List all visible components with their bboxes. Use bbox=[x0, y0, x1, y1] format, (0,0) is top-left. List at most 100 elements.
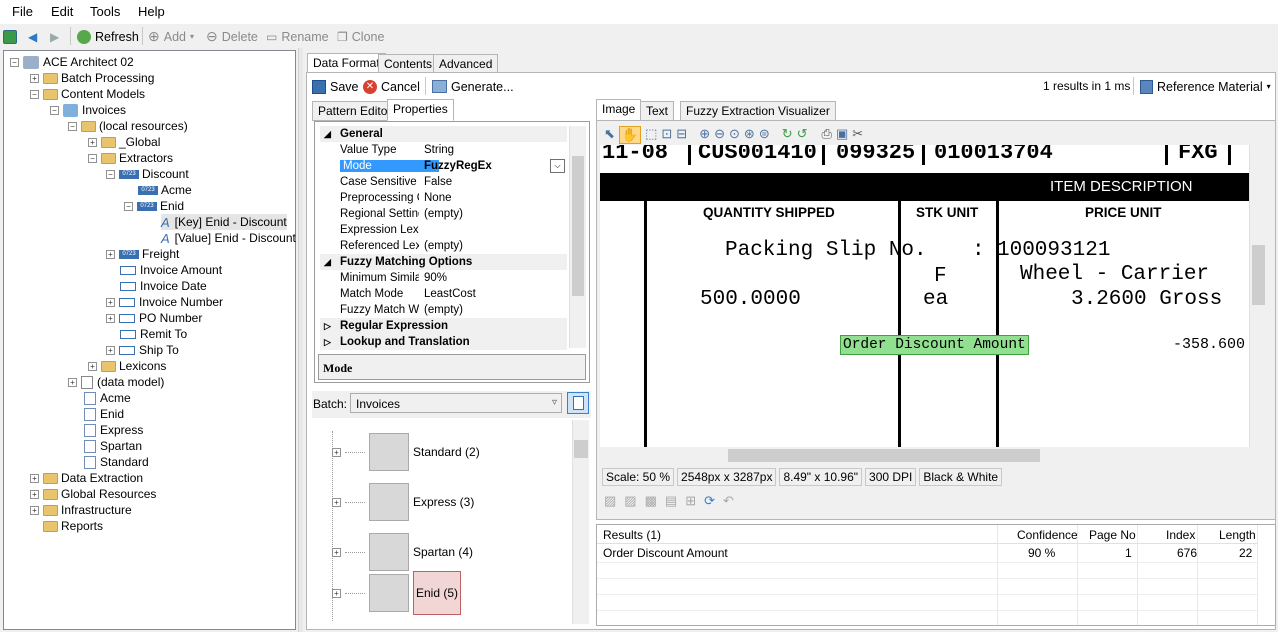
tree-node-global-resources[interactable]: + Global Resources bbox=[30, 486, 156, 502]
tree-node-invoice-amount[interactable]: Invoice Amount bbox=[120, 262, 222, 278]
print-icon[interactable]: ⎙ bbox=[822, 126, 832, 144]
rotate-right-icon[interactable]: ↻ bbox=[782, 126, 793, 144]
col-header-index[interactable]: Index bbox=[1166, 528, 1195, 542]
tree-node-standard[interactable]: Standard bbox=[84, 454, 149, 470]
mode-value[interactable]: FuzzyRegEx bbox=[419, 160, 529, 172]
property-value[interactable]: False bbox=[419, 176, 452, 188]
tools-icon[interactable]: ✂ bbox=[852, 126, 863, 144]
tree-node-invoice-number[interactable]: + Invoice Number bbox=[106, 294, 223, 310]
tree-node-content-models[interactable]: − Content Models bbox=[30, 86, 145, 102]
refresh-annotation-icon[interactable]: ⟳ bbox=[704, 493, 715, 509]
tree-node-invoices[interactable]: − Invoices bbox=[50, 102, 126, 118]
property-row[interactable]: Referenced Lexicons(empty) bbox=[320, 238, 567, 254]
save-image-icon[interactable]: ▣ bbox=[836, 126, 848, 144]
property-row[interactable]: Expression Lexicon bbox=[320, 222, 567, 238]
clone-button[interactable]: ❐ Clone bbox=[337, 28, 384, 45]
dropdown-button[interactable]: ⌵ bbox=[550, 159, 565, 173]
tree-node-extractors[interactable]: − Extractors bbox=[88, 150, 173, 166]
batch-scrollbar[interactable] bbox=[572, 420, 589, 624]
undo-icon[interactable]: ↶ bbox=[723, 493, 734, 509]
property-value[interactable]: None bbox=[419, 192, 452, 204]
scroll-thumb[interactable] bbox=[1252, 245, 1265, 305]
tree-node-data-model[interactable]: + (data model) bbox=[68, 374, 164, 390]
tree-node-freight[interactable]: +0723 Freight bbox=[106, 246, 179, 262]
annotation-icon[interactable]: ▨ bbox=[604, 493, 616, 509]
save-button[interactable]: Save bbox=[312, 78, 359, 95]
delete-button[interactable]: ⊖ Delete bbox=[206, 28, 258, 45]
batch-item-express[interactable]: + Express (3) bbox=[332, 483, 474, 521]
rotate-left-icon[interactable]: ↺ bbox=[797, 126, 808, 144]
zoom-fit-icon[interactable]: ⊛ bbox=[744, 126, 755, 144]
tree-node-root[interactable]: − ACE Architect 02 bbox=[10, 54, 134, 70]
tree-node-key-enid-discount[interactable]: A [Key] Enid - Discount bbox=[161, 214, 287, 230]
property-value[interactable]: String bbox=[419, 144, 454, 156]
scroll-thumb[interactable] bbox=[728, 449, 1040, 462]
generate-button[interactable]: Generate... bbox=[432, 78, 514, 95]
zoom-page-icon[interactable]: ⊟ bbox=[676, 126, 687, 144]
tree-node-global[interactable]: + _Global bbox=[88, 134, 160, 150]
property-value[interactable]: 90% bbox=[419, 272, 447, 284]
tree-node-local-resources[interactable]: − (local resources) bbox=[68, 118, 188, 134]
batch-item-standard[interactable]: + Standard (2) bbox=[332, 433, 480, 471]
col-header-length[interactable]: Length bbox=[1219, 528, 1256, 542]
scroll-thumb[interactable] bbox=[574, 440, 588, 458]
rename-button[interactable]: ▭ Rename bbox=[266, 28, 329, 45]
annotation-icon[interactable]: ▩ bbox=[645, 493, 657, 509]
tree-node-lexicons[interactable]: + Lexicons bbox=[88, 358, 166, 374]
col-header-confidence[interactable]: Confidence bbox=[1017, 528, 1078, 542]
property-row[interactable]: Regional Settings(empty) bbox=[320, 206, 567, 222]
tree-node-enid-extractor[interactable]: −0723 Enid bbox=[124, 198, 184, 214]
batch-view-button[interactable] bbox=[567, 392, 589, 414]
add-button[interactable]: ⊕ Add ▾ bbox=[148, 28, 194, 45]
annotation-icon[interactable]: ▨ bbox=[624, 493, 636, 509]
tree-node-value-enid-discount[interactable]: A [Value] Enid - Discount bbox=[161, 230, 296, 246]
tab-image[interactable]: Image bbox=[596, 99, 642, 121]
batch-item-enid[interactable]: + Enid (5) bbox=[332, 571, 462, 615]
menu-edit[interactable]: Edit bbox=[51, 4, 73, 19]
zoom-region-icon[interactable]: ⊡ bbox=[661, 126, 672, 144]
vertical-splitter[interactable] bbox=[298, 48, 303, 632]
category-lookup-translation[interactable]: ▷ Lookup and Translation bbox=[320, 334, 567, 350]
property-value[interactable]: (empty) bbox=[419, 304, 463, 316]
cancel-button[interactable]: ✕ Cancel bbox=[363, 78, 420, 95]
category-general[interactable]: ◢ General bbox=[320, 126, 567, 142]
menu-help[interactable]: Help bbox=[138, 4, 165, 19]
image-horizontal-scrollbar[interactable] bbox=[600, 447, 1249, 464]
tree-node-express[interactable]: Express bbox=[84, 422, 143, 438]
category-regular-expression[interactable]: ▷ Regular Expression bbox=[320, 318, 567, 334]
tree-node-batch-processing[interactable]: + Batch Processing bbox=[30, 70, 154, 86]
zoom-out-icon[interactable]: ⊖ bbox=[714, 126, 725, 144]
batch-select[interactable]: Invoices ▿ bbox=[350, 393, 562, 413]
property-row[interactable]: Match Mode LeastCost bbox=[320, 286, 567, 302]
tab-fuzzy-visualizer[interactable]: Fuzzy Extraction Visualizer bbox=[680, 101, 836, 121]
tree-node-reports[interactable]: Reports bbox=[43, 518, 103, 534]
property-scrollbar[interactable] bbox=[569, 126, 586, 348]
crop-icon[interactable]: ⊞ bbox=[685, 493, 696, 509]
property-value[interactable]: LeastCost bbox=[419, 288, 476, 300]
pan-hand-icon[interactable]: ✋ bbox=[618, 126, 642, 144]
forward-button[interactable]: ▶ bbox=[50, 28, 59, 45]
tab-text[interactable]: Text bbox=[640, 101, 675, 121]
annotation-icon[interactable]: ▤ bbox=[665, 493, 677, 509]
property-row[interactable]: Value Type String bbox=[320, 142, 567, 158]
match-highlight[interactable]: Order Discount Amount bbox=[840, 335, 1029, 355]
document-image[interactable]: 11-08 CUS001410 099325 010013704 FXG ITE… bbox=[600, 145, 1250, 447]
tree-node-discount[interactable]: −0723 Discount bbox=[106, 166, 189, 182]
refresh-button[interactable]: Refresh bbox=[77, 28, 139, 45]
tree-node-remit-to[interactable]: Remit To bbox=[120, 326, 187, 342]
tab-advanced[interactable]: Advanced bbox=[433, 54, 499, 74]
table-row[interactable]: Order Discount Amount 90 % 1 676 22 bbox=[597, 545, 1257, 561]
tree-node-spartan[interactable]: Spartan bbox=[84, 438, 142, 454]
zoom-in-icon[interactable]: ⊕ bbox=[699, 126, 710, 144]
menu-file[interactable]: File bbox=[12, 4, 33, 19]
home-button[interactable] bbox=[3, 28, 17, 45]
tree-node-invoice-date[interactable]: Invoice Date bbox=[120, 278, 207, 294]
col-header-results[interactable]: Results (1) bbox=[603, 528, 661, 542]
property-row[interactable]: Fuzzy Match Weighting(empty) bbox=[320, 302, 567, 318]
property-row[interactable]: Case Sensitive False bbox=[320, 174, 567, 190]
category-fuzzy-matching[interactable]: ◢ Fuzzy Matching Options bbox=[320, 254, 567, 270]
zoom-actual-icon[interactable]: ⊙ bbox=[729, 126, 740, 144]
tree-node-acme[interactable]: Acme bbox=[84, 390, 131, 406]
tree-node-ship-to[interactable]: + Ship To bbox=[106, 342, 179, 358]
tab-pattern-editor[interactable]: Pattern Editor bbox=[312, 101, 398, 121]
